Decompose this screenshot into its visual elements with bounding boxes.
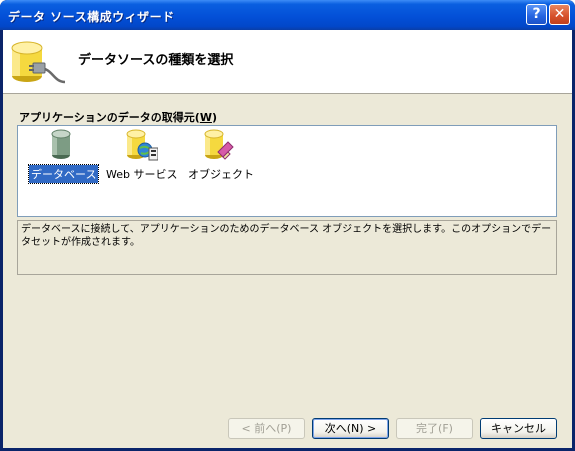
database-icon (51, 129, 71, 159)
type-item-label: データベース (27, 164, 100, 184)
type-item-web-service[interactable]: Web サービス (102, 128, 178, 188)
source-section-label-end: ) (211, 111, 217, 124)
window-title: データ ソース構成ウィザード (8, 10, 175, 24)
description-text: データベースに接続して、アプリケーションのためのデータベース オブジェクトを選択… (17, 220, 557, 275)
close-button[interactable]: ✕ (549, 4, 570, 25)
source-section-mnemonic: W (199, 111, 212, 124)
dialog-body: データソースの種類を選択 アプリケーションのデータの取得元(W) データベース (3, 30, 572, 448)
web-service-icon (126, 129, 158, 161)
page-title: データソースの種類を選択 (78, 53, 234, 68)
type-item-database[interactable]: データベース (26, 128, 100, 188)
wizard-window: データ ソース構成ウィザード ? ✕ データソースの種類を選択 アプリケーション… (0, 0, 575, 451)
finish-button[interactable]: 完了(F) (396, 418, 473, 439)
cancel-button[interactable]: キャンセル (480, 418, 557, 439)
help-icon: ? (532, 6, 541, 22)
title-bar[interactable]: データ ソース構成ウィザード ? ✕ (0, 0, 575, 30)
database-plug-icon (11, 41, 66, 84)
source-section-label: アプリケーションのデータの取得元(W) (19, 109, 217, 125)
help-button[interactable]: ? (526, 4, 547, 25)
back-button[interactable]: < 前へ(P) (228, 418, 305, 439)
object-icon (204, 129, 234, 160)
type-item-label: オブジェクト (188, 168, 254, 181)
data-source-type-list[interactable]: データベース Web サービス オブジェクト (17, 125, 557, 217)
wizard-header: データソースの種類を選択 (3, 30, 572, 94)
type-item-label: Web サービス (106, 168, 178, 181)
type-item-object[interactable]: オブジェクト (184, 128, 254, 188)
close-icon: ✕ (553, 6, 566, 22)
source-section-label-text: アプリケーションのデータの取得元( (19, 111, 200, 124)
next-button[interactable]: 次へ(N) > (312, 418, 389, 439)
